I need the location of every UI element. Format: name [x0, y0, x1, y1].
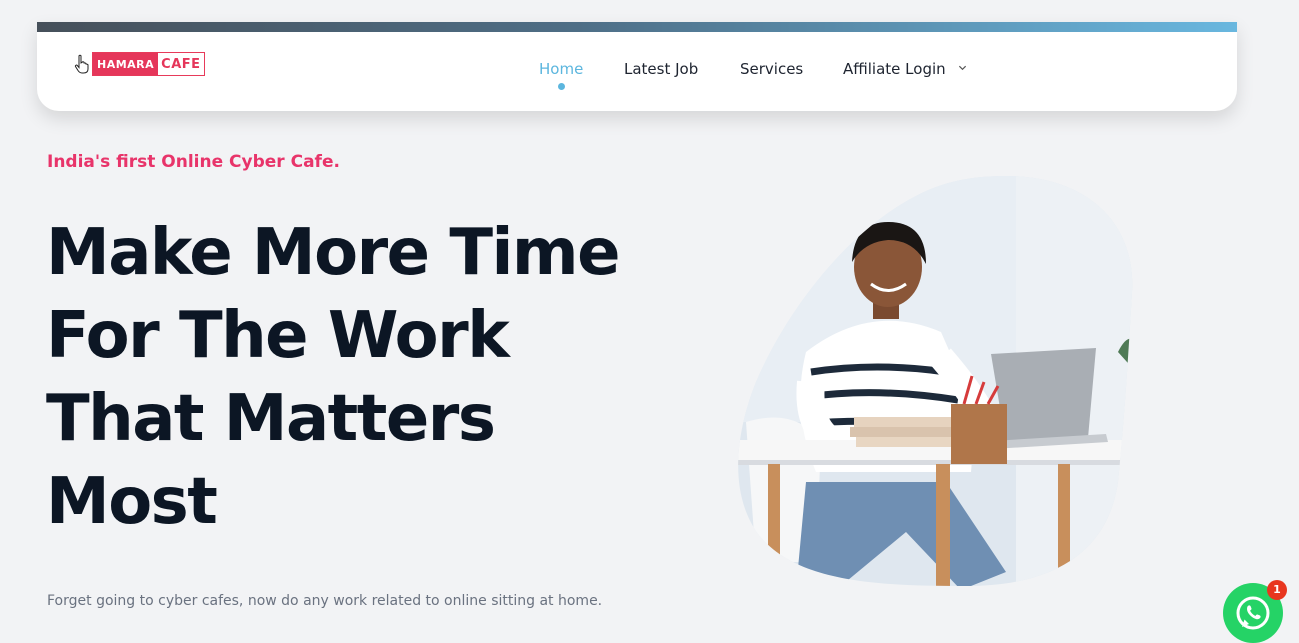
whatsapp-chat-button[interactable]: 1 — [1223, 580, 1287, 643]
nav-latest-job-label: Latest Job — [624, 60, 699, 78]
headline-line-3: That Matters — [46, 382, 496, 456]
headline-line-1: Make More Time — [46, 216, 621, 290]
site-header: HAMARA CAFE Home Latest Job Services Aff… — [37, 22, 1237, 111]
nav-latest-job[interactable]: Latest Job — [624, 60, 698, 78]
active-indicator-dot — [558, 83, 566, 90]
nav-affiliate-login-label: Affiliate Login — [843, 60, 946, 78]
hero-headline: Make More Time For The Work That Matters… — [46, 212, 686, 544]
headline-line-4: Most — [46, 465, 218, 539]
main-nav: Home Latest Job Services Affiliate Login — [37, 60, 1237, 90]
hero-illustration — [738, 176, 1133, 586]
nav-services[interactable]: Services — [740, 60, 803, 78]
hero-subtext: Forget going to cyber cafes, now do any … — [47, 593, 603, 609]
nav-services-label: Services — [740, 60, 804, 78]
hero-tagline: India's first Online Cyber Cafe. — [47, 152, 340, 172]
notification-badge: 1 — [1267, 580, 1287, 600]
chevron-down-icon — [959, 65, 967, 71]
nav-home[interactable]: Home — [539, 60, 584, 90]
header-accent-strip — [37, 22, 1237, 32]
whatsapp-icon — [1236, 596, 1270, 630]
headline-line-2: For The Work — [46, 299, 510, 373]
nav-home-label: Home — [539, 60, 584, 78]
nav-affiliate-login[interactable]: Affiliate Login — [843, 60, 967, 78]
